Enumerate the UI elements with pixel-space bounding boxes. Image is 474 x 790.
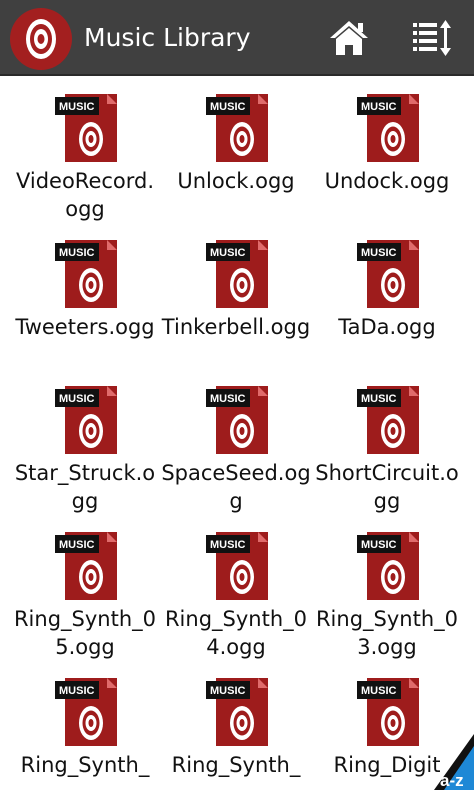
file-name: Unlock.ogg (177, 169, 295, 193)
music-tag-label: MUSIC (59, 393, 95, 405)
file-item[interactable]: MUSIC Ring_Synth_05.ogg (10, 516, 160, 662)
music-tag-label: MUSIC (361, 247, 397, 259)
music-file-icon: MUSIC (206, 240, 276, 308)
file-name: Ring_Synth_05.ogg (13, 607, 157, 659)
file-name: Star_Struck.ogg (14, 461, 156, 513)
music-tag-label: MUSIC (210, 393, 246, 405)
sort-list-icon[interactable] (410, 18, 454, 58)
music-file-icon: MUSIC (357, 386, 427, 454)
music-file-icon: MUSIC (55, 532, 125, 600)
az-badge-label: a-z (440, 771, 464, 790)
file-item[interactable]: MUSIC Tweeters.ogg (10, 224, 160, 370)
file-name: Ring_Synth_ (171, 753, 301, 777)
music-file-icon: MUSIC (55, 94, 125, 162)
app-title: Music Library (84, 23, 251, 52)
file-name: Tweeters.ogg (15, 315, 155, 339)
home-icon[interactable] (328, 18, 370, 58)
music-file-icon: MUSIC (55, 240, 125, 308)
file-name: SpaceSeed.ogg (161, 461, 311, 513)
file-item[interactable]: MUSIC Star_Struck.ogg (10, 370, 160, 516)
az-sort-badge[interactable]: a-z (430, 720, 474, 790)
music-file-icon: MUSIC (357, 240, 427, 308)
file-name: Ring_Synth_04.ogg (164, 607, 308, 659)
music-tag-label: MUSIC (210, 539, 246, 551)
file-item[interactable]: MUSIC Ring_Synth_03.ogg (312, 516, 462, 662)
music-file-icon: MUSIC (206, 386, 276, 454)
music-tag-label: MUSIC (210, 247, 246, 259)
file-name: Ring_Synth_03.ogg (315, 607, 459, 659)
music-file-icon: MUSIC (206, 532, 276, 600)
file-grid: MUSIC VideoRecord.ogg MUSIC Unlock.ogg MUSIC… (0, 78, 474, 790)
music-file-icon: MUSIC (357, 94, 427, 162)
app-bar: Music Library (0, 0, 474, 76)
file-item[interactable]: MUSIC TaDa.ogg (312, 224, 462, 370)
music-tag-label: MUSIC (59, 247, 95, 259)
file-item[interactable]: MUSIC Ring_Synth_04.ogg (161, 516, 311, 662)
file-item[interactable]: MUSIC Unlock.ogg (161, 78, 311, 224)
file-name: Undock.ogg (324, 169, 450, 193)
file-name: ShortCircuit.ogg (315, 461, 459, 513)
file-name: TaDa.ogg (338, 315, 436, 339)
file-item[interactable]: MUSIC Ring_Synth_ (161, 662, 311, 790)
music-file-icon: MUSIC (206, 94, 276, 162)
music-tag-label: MUSIC (59, 685, 95, 697)
music-tag-label: MUSIC (59, 539, 95, 551)
music-file-icon: MUSIC (55, 386, 125, 454)
music-disc-icon[interactable] (10, 8, 72, 70)
music-tag-label: MUSIC (59, 101, 95, 113)
file-name: VideoRecord.ogg (15, 169, 155, 221)
file-item[interactable]: MUSIC ShortCircuit.ogg (312, 370, 462, 516)
file-item[interactable]: MUSIC Ring_Synth_ (10, 662, 160, 790)
file-item[interactable]: MUSIC SpaceSeed.ogg (161, 370, 311, 516)
music-tag-label: MUSIC (361, 393, 397, 405)
music-file-icon: MUSIC (357, 532, 427, 600)
file-name: Ring_Synth_ (20, 753, 150, 777)
file-name: Tinkerbell.ogg (161, 315, 311, 339)
music-file-icon: MUSIC (206, 678, 276, 746)
music-tag-label: MUSIC (361, 539, 397, 551)
music-file-icon: MUSIC (55, 678, 125, 746)
music-tag-label: MUSIC (210, 101, 246, 113)
music-tag-label: MUSIC (210, 685, 246, 697)
music-tag-label: MUSIC (361, 101, 397, 113)
file-item[interactable]: MUSIC Tinkerbell.ogg (161, 224, 311, 370)
file-item[interactable]: MUSIC Undock.ogg (312, 78, 462, 224)
file-item[interactable]: MUSIC VideoRecord.ogg (10, 78, 160, 224)
music-file-icon: MUSIC (357, 678, 427, 746)
music-tag-label: MUSIC (361, 685, 397, 697)
